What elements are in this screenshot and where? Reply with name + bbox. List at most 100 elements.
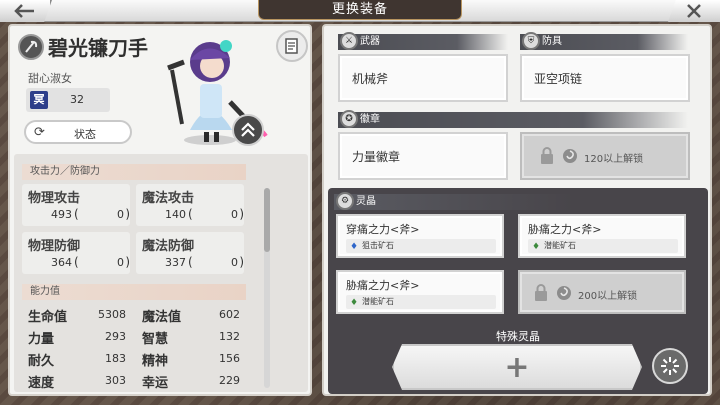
- ability-row-hp: 生命值 5308: [28, 306, 126, 326]
- scythe-class-icon: [18, 34, 44, 60]
- ability-value: 303: [105, 374, 126, 387]
- stat-paren-close: ): [239, 255, 244, 269]
- weapon-slot[interactable]: 机械斧: [338, 54, 508, 102]
- ability-name: 魔法值: [142, 310, 182, 325]
- ability-name: 耐久: [28, 354, 55, 369]
- stat-name: 魔法攻击: [142, 191, 195, 206]
- equipment-panel: ⚔ 武器 机械斧 ⛨ 防具 亚空项链 ✪ 徽章 力量徽章 120以上解锁 ⚙ 灵…: [322, 24, 712, 396]
- badge-label: 徽章: [360, 114, 380, 125]
- crystal-name: 胁痛之力<斧>: [528, 223, 602, 236]
- level-value: 32: [70, 93, 84, 106]
- crystal-stone: ♦ 潜能矿石: [528, 239, 678, 253]
- ability-value: 229: [219, 374, 240, 387]
- stat-card-physical-attack: 物理攻击 493 ( 0 ): [22, 184, 130, 226]
- page-title: 更换装备: [258, 0, 462, 20]
- crystal-stone-name: 狙击矿石: [362, 241, 394, 250]
- ability-name: 力量: [28, 332, 55, 347]
- crystal-gear-icon: ⚙: [336, 192, 354, 210]
- memo-button[interactable]: [276, 30, 308, 62]
- armor-value: 亚空项链: [534, 72, 583, 86]
- spiral-icon: [557, 286, 571, 300]
- stat-card-magic-attack: 魔法攻击 140 ( 0 ): [136, 184, 244, 226]
- refresh-icon: ⟳: [34, 125, 45, 140]
- stat-value: 364: [51, 256, 72, 269]
- stats-scrollbar[interactable]: [264, 188, 270, 388]
- ability-value: 5308: [98, 308, 126, 321]
- stat-bonus: 0: [117, 208, 124, 221]
- stat-bonus: 0: [231, 256, 238, 269]
- stat-paren-close: ): [239, 207, 244, 221]
- stone-gem-icon: ♦: [350, 298, 359, 308]
- crystal-header: ⚙ 灵晶: [334, 192, 574, 210]
- status-button[interactable]: ⟳ 状态: [24, 120, 132, 144]
- stats-area: 攻击力／防御力 物理攻击 493 ( 0 ) 魔法攻击 140 ( 0 ) 物理…: [14, 154, 308, 392]
- stat-paren-close: ): [125, 207, 130, 221]
- ability-row-endurance: 耐久 183: [28, 350, 126, 370]
- ability-value: 132: [219, 330, 240, 343]
- crystal-slot-1[interactable]: 穿痛之力<斧> ♦ 狙击矿石: [336, 214, 504, 258]
- crystal-name: 胁痛之力<斧>: [346, 279, 420, 292]
- stat-card-magic-defense: 魔法防御 337 ( 0 ): [136, 232, 244, 274]
- badge-slot-locked: 120以上解锁: [520, 132, 690, 180]
- crystal-stone: ♦ 狙击矿石: [346, 239, 496, 253]
- stat-value: 337: [165, 256, 186, 269]
- stat-name: 物理防御: [28, 239, 81, 254]
- double-chevron-up-icon: [241, 122, 255, 137]
- ability-value: 602: [219, 308, 240, 321]
- back-button[interactable]: [0, 0, 52, 22]
- weapon-value: 机械斧: [352, 72, 389, 86]
- stone-gem-icon: ♦: [532, 242, 541, 252]
- attack-defense-header: 攻击力／防御力: [22, 164, 246, 180]
- add-special-crystal-button[interactable]: +: [392, 344, 642, 390]
- stat-paren-open: (: [74, 255, 79, 269]
- scrollbar-thumb[interactable]: [264, 188, 270, 252]
- ability-row-luck: 幸运 229: [142, 372, 240, 392]
- crystal-slot-3[interactable]: 胁痛之力<斧> ♦ 潜能矿石: [336, 270, 504, 314]
- status-button-label: 状态: [74, 128, 96, 141]
- weapon-header: ⚔ 武器: [338, 32, 508, 50]
- close-button[interactable]: [668, 0, 720, 22]
- stone-gem-icon: ♦: [350, 242, 359, 252]
- ability-name: 智慧: [142, 332, 169, 347]
- crystal-name: 穿痛之力<斧>: [346, 223, 420, 236]
- armor-slot[interactable]: 亚空项链: [520, 54, 690, 102]
- stat-paren-open: (: [188, 255, 193, 269]
- ability-row-wisdom: 智慧 132: [142, 328, 240, 348]
- crystal-stone: ♦ 潜能矿石: [346, 295, 496, 309]
- stat-bonus: 0: [117, 256, 124, 269]
- sparkle-icon: [661, 357, 679, 375]
- ability-row-speed: 速度 303: [28, 372, 126, 392]
- ability-row-strength: 力量 293: [28, 328, 126, 348]
- ability-value: 183: [105, 352, 126, 365]
- badge-icon: ✪: [340, 110, 358, 128]
- crystal-stone-name: 潜能矿石: [362, 297, 394, 306]
- enhance-up-button[interactable]: [232, 114, 264, 146]
- memo-icon: [285, 38, 298, 54]
- ability-row-spirit: 精神 156: [142, 350, 240, 370]
- stat-paren-open: (: [188, 207, 193, 221]
- stat-name: 魔法防御: [142, 239, 195, 254]
- stat-name: 物理攻击: [28, 191, 81, 206]
- ability-name: 速度: [28, 376, 55, 391]
- weapon-icon: ⚔: [340, 32, 358, 50]
- lock-icon: [535, 284, 547, 301]
- crystal-area: ⚙ 灵晶 穿痛之力<斧> ♦ 狙击矿石 胁痛之力<斧> ♦ 潜能矿石 胁痛之力<…: [328, 188, 708, 394]
- armor-label: 防具: [542, 36, 562, 47]
- special-crystal-label: 特殊灵晶: [496, 330, 540, 343]
- character-title: 甜心淑女: [28, 72, 72, 85]
- badge-value: 力量徽章: [352, 150, 401, 164]
- stat-bonus: 0: [231, 208, 238, 221]
- spiral-icon: [563, 149, 577, 163]
- close-icon: [687, 4, 701, 18]
- crystal-slot-locked: 200以上解锁: [518, 270, 686, 314]
- ability-name: 幸运: [142, 376, 169, 391]
- stat-paren-open: (: [74, 207, 79, 221]
- badge-slot[interactable]: 力量徽章: [338, 132, 508, 180]
- crystal-slot-2[interactable]: 胁痛之力<斧> ♦ 潜能矿石: [518, 214, 686, 258]
- character-name: 碧光镰刀手: [48, 36, 148, 60]
- stat-value: 140: [165, 208, 186, 221]
- stat-card-physical-defense: 物理防御 364 ( 0 ): [22, 232, 130, 274]
- sparkle-menu-button[interactable]: [652, 348, 688, 384]
- crystal-stone-name: 潜能矿石: [544, 241, 576, 250]
- stat-value: 493: [51, 208, 72, 221]
